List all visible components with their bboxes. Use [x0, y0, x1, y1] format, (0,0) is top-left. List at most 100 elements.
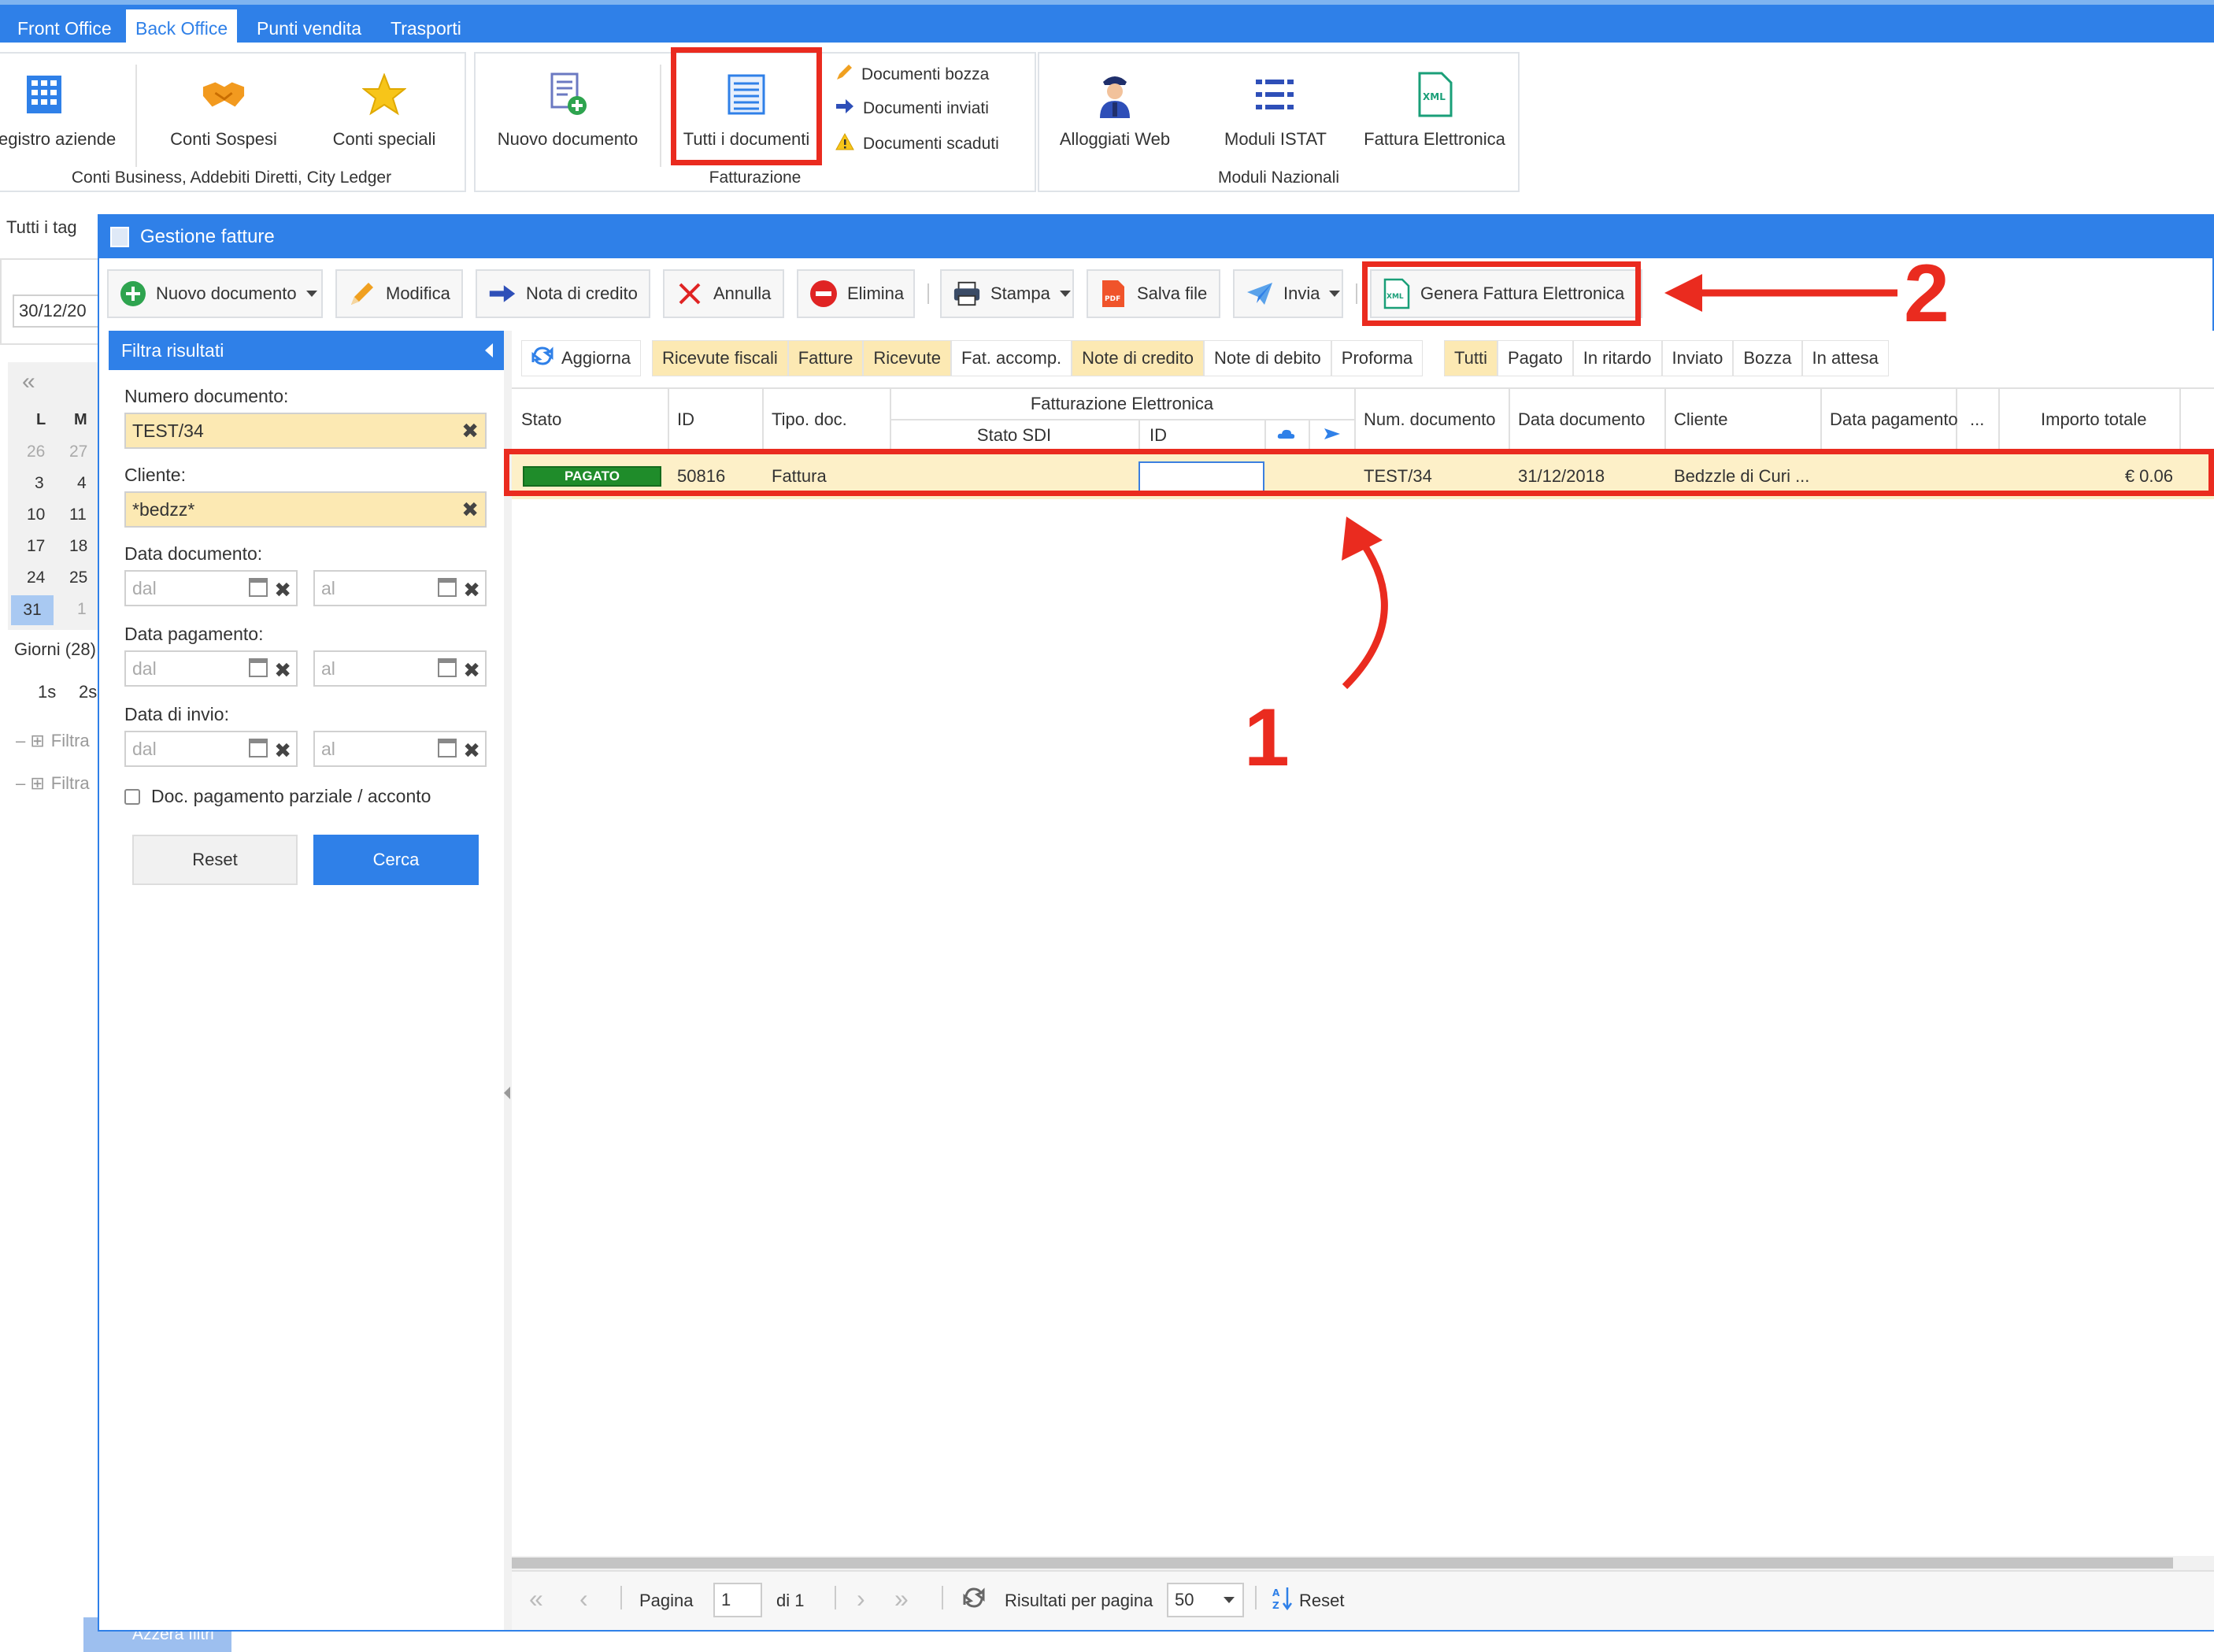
calendar-icon[interactable] [438, 578, 457, 597]
doc-date-from-input[interactable]: dal ✖ [124, 570, 298, 606]
calendar-day[interactable]: 18 [69, 537, 87, 556]
stampa-button[interactable]: Stampa [940, 269, 1074, 318]
salva-file-button[interactable]: PDF Salva file [1087, 269, 1220, 318]
search-button[interactable]: Cerca [313, 835, 479, 885]
aggiorna-button[interactable]: Aggiorna [521, 340, 642, 376]
tab-trasporti[interactable]: Trasporti [381, 9, 471, 47]
status-chip[interactable]: Bozza [1733, 340, 1802, 376]
calendar-day-selected[interactable]: 31 [11, 595, 54, 625]
background-date-input[interactable]: 30/12/20 [13, 294, 101, 328]
clear-icon[interactable]: ✖ [463, 573, 480, 606]
calendar-icon[interactable] [249, 658, 268, 677]
elimina-button[interactable]: Elimina [797, 269, 915, 318]
last-page-icon[interactable]: » [894, 1584, 909, 1613]
registro-aziende-button[interactable]: egistro aziende [0, 72, 117, 150]
calendar-day[interactable]: 1 [77, 600, 87, 619]
annulla-button[interactable]: Annulla [663, 269, 784, 318]
column-header-data-documento[interactable]: Data documento [1518, 409, 1645, 430]
reset-button[interactable]: Reset [132, 835, 298, 885]
nota-di-credito-button[interactable]: Nota di credito [476, 269, 650, 318]
documenti-bozza-button[interactable]: Documenti bozza [835, 63, 989, 87]
column-header-tipo[interactable]: Tipo. doc. [772, 409, 847, 430]
clear-icon[interactable]: ✖ [274, 654, 291, 687]
horizontal-scrollbar[interactable] [512, 1556, 2214, 1570]
calendar-day[interactable]: 10 [27, 506, 45, 524]
pay-date-from-input[interactable]: dal ✖ [124, 650, 298, 687]
column-header-more[interactable]: ... [1970, 409, 1984, 430]
documenti-inviati-button[interactable]: Documenti inviati [835, 98, 989, 120]
conti-sospesi-button[interactable]: Conti Sospesi [164, 72, 283, 150]
doc-type-chip[interactable]: Fat. accomp. [951, 340, 1072, 376]
column-header-data-pagamento[interactable]: Data pagamento [1830, 409, 1958, 430]
calendar-icon[interactable] [249, 578, 268, 597]
tab-back-office[interactable]: Back Office [126, 9, 238, 47]
calendar-day[interactable]: 17 [27, 537, 45, 556]
tab-front-office[interactable]: Front Office [8, 9, 121, 47]
column-header-num-documento[interactable]: Num. documento [1364, 409, 1496, 430]
nuovo-documento-button[interactable]: Nuovo documento [107, 269, 323, 318]
status-chip[interactable]: Inviato [1661, 340, 1734, 376]
calendar-day[interactable]: 3 [35, 474, 44, 493]
calendar-day[interactable]: 27 [69, 443, 87, 461]
status-chip[interactable]: In ritardo [1572, 340, 1662, 376]
pay-date-to-input[interactable]: al ✖ [313, 650, 487, 687]
status-chip[interactable]: In attesa [1801, 340, 1889, 376]
column-header-fe-id[interactable]: ID [1150, 425, 1167, 446]
scrollbar-thumb[interactable] [512, 1558, 2173, 1569]
calendar-icon[interactable] [438, 658, 457, 677]
panel-splitter[interactable] [504, 331, 512, 1630]
status-chip[interactable]: Pagato [1497, 340, 1573, 376]
calendar-day[interactable]: 11 [69, 506, 87, 524]
modifica-button[interactable]: Modifica [335, 269, 463, 318]
refresh-icon[interactable] [962, 1586, 986, 1613]
clear-client-icon[interactable]: ✖ [461, 498, 479, 521]
clear-icon[interactable]: ✖ [463, 654, 480, 687]
results-per-page-select[interactable]: 50 [1167, 1583, 1244, 1617]
fattura-elettronica-ribbon-button[interactable]: XML Fattura Elettronica [1357, 72, 1512, 150]
doc-type-chip[interactable]: Note di credito [1072, 340, 1205, 376]
documenti-scaduti-button[interactable]: Documenti scaduti [835, 132, 999, 156]
calendar-day[interactable]: 24 [27, 569, 45, 587]
column-header-stato[interactable]: Stato [521, 409, 561, 430]
clear-doc-number-icon[interactable]: ✖ [461, 419, 479, 443]
column-header-id[interactable]: ID [677, 409, 694, 430]
doc-type-chip[interactable]: Ricevute fiscali [652, 340, 788, 376]
doc-date-to-input[interactable]: al ✖ [313, 570, 487, 606]
calendar-day[interactable]: 4 [77, 474, 87, 493]
first-page-icon[interactable]: « [529, 1584, 543, 1613]
doc-type-chip[interactable]: Note di debito [1204, 340, 1331, 376]
background-filter-row[interactable]: – ⊞ Filtra [16, 731, 90, 751]
doc-type-chip[interactable]: Ricevute [863, 340, 952, 376]
client-input[interactable]: *bedzz* ✖ [124, 491, 487, 528]
column-header-stato-sdi[interactable]: Stato SDI [890, 425, 1138, 446]
send-date-from-input[interactable]: dal ✖ [124, 731, 298, 767]
moduli-istat-button[interactable]: Moduli ISTAT [1205, 72, 1346, 150]
invia-button[interactable]: Invia [1233, 269, 1343, 318]
clear-icon[interactable]: ✖ [463, 734, 480, 767]
calendar-icon[interactable] [249, 739, 268, 757]
calendar-day[interactable]: 25 [69, 569, 87, 587]
page-input[interactable]: 1 [713, 1583, 762, 1617]
sort-reset-button[interactable]: AZ Reset [1272, 1586, 1344, 1616]
next-page-icon[interactable]: › [857, 1584, 865, 1613]
background-filter-row[interactable]: – ⊞ Filtra [16, 773, 90, 794]
conti-speciali-button[interactable]: Conti speciali [324, 72, 444, 150]
status-chip[interactable]: Tutti [1444, 340, 1498, 376]
doc-type-chip[interactable]: Fatture [787, 340, 864, 376]
collapse-panel-icon[interactable] [485, 343, 493, 357]
partial-payment-checkbox[interactable] [124, 788, 140, 805]
calendar-day[interactable]: 26 [27, 443, 45, 461]
calendar-prev-icon[interactable]: « [22, 369, 35, 395]
clear-icon[interactable]: ✖ [274, 734, 291, 767]
doc-type-chip[interactable]: Proforma [1331, 340, 1424, 376]
tab-punti-vendita[interactable]: Punti vendita [247, 9, 371, 47]
nuovo-documento-ribbon-button[interactable]: Nuovo documento [493, 72, 642, 150]
doc-number-input[interactable]: TEST/34 ✖ [124, 413, 487, 449]
column-header-cliente[interactable]: Cliente [1674, 409, 1727, 430]
column-header-importo-totale[interactable]: Importo totale [2041, 409, 2147, 430]
calendar-icon[interactable] [438, 739, 457, 757]
alloggiati-web-button[interactable]: Alloggiati Web [1055, 72, 1175, 150]
clear-icon[interactable]: ✖ [274, 573, 291, 606]
prev-page-icon[interactable]: ‹ [579, 1584, 588, 1613]
send-date-to-input[interactable]: al ✖ [313, 731, 487, 767]
